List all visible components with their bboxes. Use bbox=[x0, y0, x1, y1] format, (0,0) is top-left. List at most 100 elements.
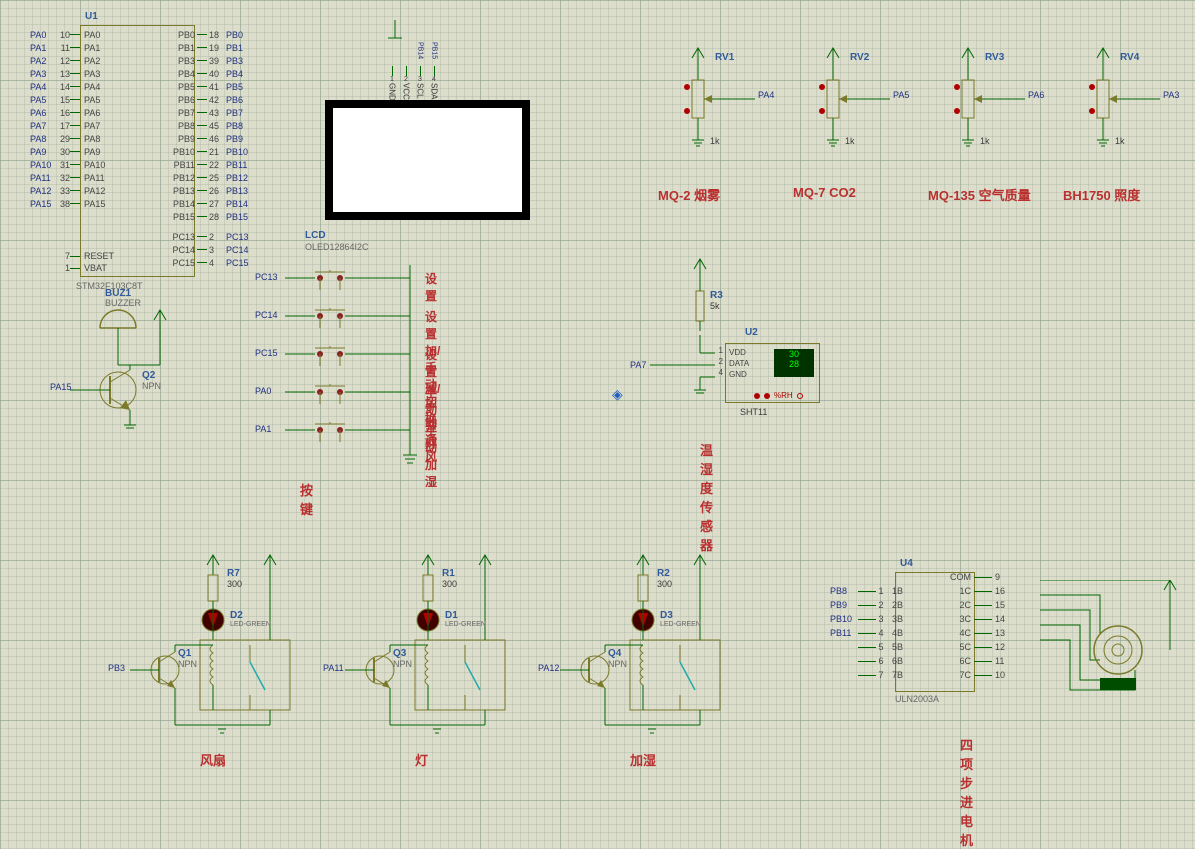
buz-type: BUZZER bbox=[105, 298, 141, 308]
uln-pin-4B: PB11 4 4B bbox=[830, 626, 903, 640]
uln-pin-5B: 5 5B bbox=[830, 640, 903, 654]
uln-pin-1C: 1C 16 bbox=[945, 584, 1009, 598]
uln-pin-6C: 6C 11 bbox=[945, 654, 1009, 668]
mcu-pin-PB0: PB0 18 PB0 bbox=[165, 28, 248, 41]
sht-title: 温湿度传感器 bbox=[700, 440, 713, 554]
uln-left-pins: PB8 1 1BPB9 2 2BPB10 3 3BPB11 4 4B 5 5B … bbox=[830, 584, 903, 682]
mcu-pin-PB9: PB9 46 PB9 bbox=[165, 132, 248, 145]
mcu-pin-PA1: PA1 11 PA1 bbox=[30, 41, 105, 54]
mcu-pin-PB11: PB11 22 PB11 bbox=[165, 158, 248, 171]
mcu-pin-PA2: PA2 12 PA2 bbox=[30, 54, 105, 67]
origin-marker-icon: ◈ bbox=[612, 386, 623, 403]
mcu-pin-PB14: PB14 27 PB14 bbox=[165, 197, 248, 210]
buz-net: PA15 bbox=[50, 382, 71, 392]
stepper-title: 四项步进电机 bbox=[960, 735, 973, 849]
sht-wiring bbox=[650, 335, 725, 405]
mcu-pin-PC15: PC15 4 PC15 bbox=[165, 256, 249, 269]
buzzer-schematic bbox=[50, 300, 210, 480]
uln-pin-7C: 7C 10 bbox=[945, 668, 1009, 682]
mcu-pin-PA4: PA4 14 PA4 bbox=[30, 80, 105, 93]
pot-RV1: RV1 PA4 1k MQ-2 烟雾 bbox=[670, 40, 800, 210]
mcu-pin-PA15: PA15 38 PA15 bbox=[30, 197, 105, 210]
mcu-pin-PA9: PA9 30 PA9 bbox=[30, 145, 105, 158]
sht-pin-labels: VDDDATAGND bbox=[729, 347, 749, 380]
sht-readout-top: 30 bbox=[774, 349, 814, 359]
mcu-pin-PB1: PB1 19 PB1 bbox=[165, 41, 248, 54]
dot-icon[interactable] bbox=[797, 393, 803, 399]
mcu-pin-PB8: PB8 45 PB8 bbox=[165, 119, 248, 132]
sht-ref: U2 bbox=[745, 327, 758, 338]
mcu-pin-RESET: 7RESET bbox=[30, 250, 114, 262]
lcd-pin-VCC: 2 VCC bbox=[399, 42, 413, 101]
mcu-pin-PA10: PA10 31 PA10 bbox=[30, 158, 105, 171]
mcu-pin-VBAT: 1VBAT bbox=[30, 262, 114, 274]
mcu-pin-PA6: PA6 16 PA6 bbox=[30, 106, 105, 119]
mcu-pin-PB6: PB6 42 PB6 bbox=[165, 93, 248, 106]
uln-pin-2B: PB9 2 2B bbox=[830, 598, 903, 612]
mcu-pin-PA11: PA11 32 PA11 bbox=[30, 171, 105, 184]
sht-readout: 30 28 bbox=[774, 349, 814, 377]
uln-pin-1B: PB8 1 1B bbox=[830, 584, 903, 598]
mcu-pin-PB10: PB10 21 PB10 bbox=[165, 145, 248, 158]
buttons-title: 按键 bbox=[300, 480, 313, 518]
motor-icon bbox=[1040, 580, 1190, 710]
dot-icon[interactable] bbox=[764, 393, 770, 399]
mcu-reset-pins: 7RESET1VBAT bbox=[30, 250, 114, 274]
buzzer-block: BUZ1 BUZZER PA15 Q2 NPN bbox=[50, 300, 210, 483]
sht-part: SHT11 bbox=[740, 407, 767, 417]
uln-pin-7B: 7 7B bbox=[830, 668, 903, 682]
uln-pin-5C: 5C 12 bbox=[945, 640, 1009, 654]
stepper-ref: U4 bbox=[900, 558, 913, 569]
uln-pin-4C: 4C 13 bbox=[945, 626, 1009, 640]
stepper-part: ULN2003A bbox=[895, 694, 939, 704]
buz-q-type: NPN bbox=[142, 381, 161, 391]
sht-body: VDDDATAGND 30 28 %RH bbox=[725, 343, 820, 403]
mcu-pin-PA3: PA3 13 PA3 bbox=[30, 67, 105, 80]
mcu-pin-PC13: PC13 2 PC13 bbox=[165, 230, 249, 243]
mcu-pin-PB13: PB13 26 PB13 bbox=[165, 184, 248, 197]
lcd-pin-SDA: PB15 4 SDA bbox=[427, 42, 441, 101]
sht-net: PA7 bbox=[630, 360, 646, 370]
uln-pin-COM: COM 9 bbox=[945, 570, 1009, 584]
mcu-pin-PA0: PA0 10 PA0 bbox=[30, 28, 105, 41]
uln-pin-2C: 2C 15 bbox=[945, 598, 1009, 612]
mcu-pin-PC14: PC14 3 PC14 bbox=[165, 243, 249, 256]
lcd-pin-SCL: PB14 3 SCL bbox=[413, 42, 427, 101]
lcd-display[interactable] bbox=[325, 100, 530, 220]
dot-icon[interactable] bbox=[754, 393, 760, 399]
power-arrow-icon bbox=[685, 255, 715, 285]
pot-RV4: RV4 PA3 1k BH1750 照度 bbox=[1075, 40, 1195, 210]
driver-灯: R1 300 D1 LED-GREEN Q3 NPN PA11 灯 bbox=[335, 550, 545, 780]
uln-pin-6B: 6 6B bbox=[830, 654, 903, 668]
sht-unit: %RH bbox=[774, 391, 793, 400]
sht-r-ref: R3 bbox=[710, 290, 723, 301]
sht-unit-row: %RH bbox=[754, 391, 803, 400]
mcu-pin-PB12: PB12 25 PB12 bbox=[165, 171, 248, 184]
buz-q-ref: Q2 bbox=[142, 370, 155, 381]
pot-RV2: RV2 PA5 1k MQ-7 CO2 bbox=[805, 40, 935, 210]
mcu-pin-PB4: PB4 40 PB4 bbox=[165, 67, 248, 80]
mcu-right-pins: PB0 18 PB0PB1 19 PB1PB3 39 PB3PB4 40 PB4… bbox=[165, 28, 248, 223]
mcu-pin-PB5: PB5 41 PB5 bbox=[165, 80, 248, 93]
mcu-left-pins: PA0 10 PA0PA1 11 PA1PA2 12 PA2PA3 13 PA3… bbox=[30, 28, 105, 210]
lcd-part: OLED12864I2C bbox=[305, 242, 369, 252]
lcd-ref: LCD bbox=[305, 230, 326, 241]
uln-pin-3B: PB10 3 3B bbox=[830, 612, 903, 626]
mcu-pin-PB3: PB3 39 PB3 bbox=[165, 54, 248, 67]
uln-right-pins: COM 91C 162C 153C 144C 135C 126C 117C 10 bbox=[945, 570, 1009, 682]
mcu-pin-PA7: PA7 17 PA7 bbox=[30, 119, 105, 132]
sht-r-val: 5k bbox=[710, 301, 720, 311]
button-ground bbox=[400, 265, 430, 485]
mcu-ref: U1 bbox=[85, 11, 98, 22]
lcd-pin-GND: 1 GND bbox=[385, 42, 399, 101]
mcu-pin-PA5: PA5 15 PA5 bbox=[30, 93, 105, 106]
driver-风扇: R7 300 D2 LED-GREEN Q1 NPN PB3 风扇 bbox=[120, 550, 330, 780]
sht-readout-bot: 28 bbox=[774, 359, 814, 369]
mcu-pin-PB15: PB15 28 PB15 bbox=[165, 210, 248, 223]
pot-RV3: RV3 PA6 1k MQ-135 空气质量 bbox=[940, 40, 1070, 210]
mcu-pc-pins: PC13 2 PC13PC14 3 PC14PC15 4 PC15 bbox=[165, 230, 249, 269]
mcu-pin-PA12: PA12 33 PA12 bbox=[30, 184, 105, 197]
lcd-pins: 1 GND 2 VCC PB14 3 SCL PB15 4 SDA bbox=[385, 42, 441, 101]
driver-加湿: R2 300 D3 LED-GREEN Q4 NPN PA12 加湿 bbox=[550, 550, 760, 780]
mcu-pin-PB7: PB7 43 PB7 bbox=[165, 106, 248, 119]
